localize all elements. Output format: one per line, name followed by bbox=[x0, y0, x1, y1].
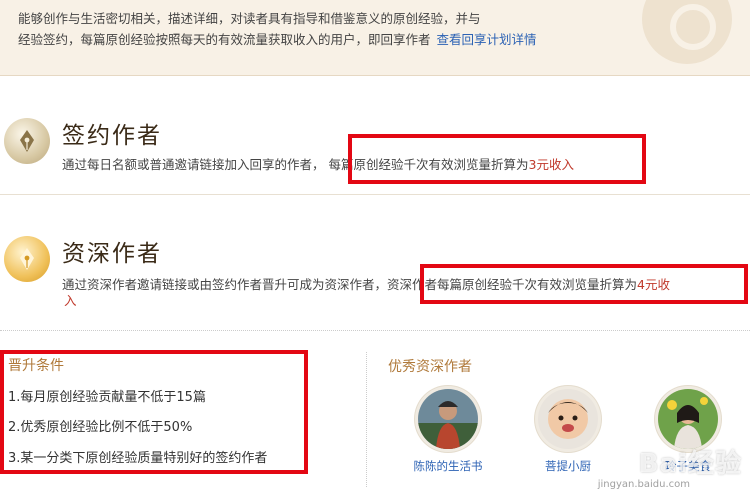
banner-decoration bbox=[642, 0, 732, 64]
intro-banner: 能够创作与生活密切相关，描述详细，对读者具有指导和借鉴意义的原创经验，并与 经验… bbox=[0, 0, 750, 76]
annotation-box-senior bbox=[420, 264, 748, 304]
author-name-2[interactable]: 菩提小厨 bbox=[523, 458, 613, 474]
excellent-authors-title: 优秀资深作者 bbox=[388, 359, 472, 375]
senior-author-desc-prefix: 通过资深作者邀请链接或由签约作者晋升可成为资深作者， bbox=[62, 277, 388, 292]
avatar-photo-3 bbox=[658, 389, 718, 449]
pen-nib-medal-icon bbox=[4, 118, 50, 164]
author-card-2[interactable]: 菩提小厨 bbox=[523, 386, 613, 474]
banner-text-line2-body: 经验签约，每篇原创经验按照每天的有效流量获取收入的用户，即回享作者 bbox=[18, 32, 431, 47]
banner-text-line2: 经验签约，每篇原创经验按照每天的有效流量获取收入的用户，即回享作者 查看回享计划详… bbox=[18, 29, 658, 50]
annotation-box-conditions bbox=[0, 350, 308, 474]
plan-details-link[interactable]: 查看回享计划详情 bbox=[437, 32, 537, 47]
author-card-1[interactable]: 陈陈的生活书 bbox=[403, 386, 493, 474]
banner-text-line1: 能够创作与生活密切相关，描述详细，对读者具有指导和借鉴意义的原创经验，并与 bbox=[18, 11, 481, 26]
avatar[interactable] bbox=[415, 386, 481, 452]
annotation-box-signed bbox=[348, 134, 646, 184]
senior-author-income-wrap: 入 bbox=[64, 293, 77, 308]
avatar-photo-2 bbox=[538, 389, 598, 449]
signed-author-title: 签约作者 bbox=[62, 123, 162, 149]
baidu-jingyan-watermark: Bai经验 bbox=[638, 449, 742, 479]
section-divider bbox=[0, 194, 750, 195]
column-separator bbox=[366, 352, 367, 487]
signed-author-desc-prefix: 通过每日名额或普通邀请链接加入回享的作者， bbox=[62, 157, 325, 172]
author-name-1[interactable]: 陈陈的生活书 bbox=[403, 458, 493, 474]
watermark-url: jingyan.baidu.com bbox=[597, 479, 690, 490]
pen-nib-gold-medal-icon bbox=[4, 236, 50, 282]
avatar-photo-1 bbox=[418, 389, 478, 449]
senior-author-title: 资深作者 bbox=[62, 241, 162, 267]
avatar[interactable] bbox=[535, 386, 601, 452]
section-divider-dotted bbox=[0, 330, 750, 331]
